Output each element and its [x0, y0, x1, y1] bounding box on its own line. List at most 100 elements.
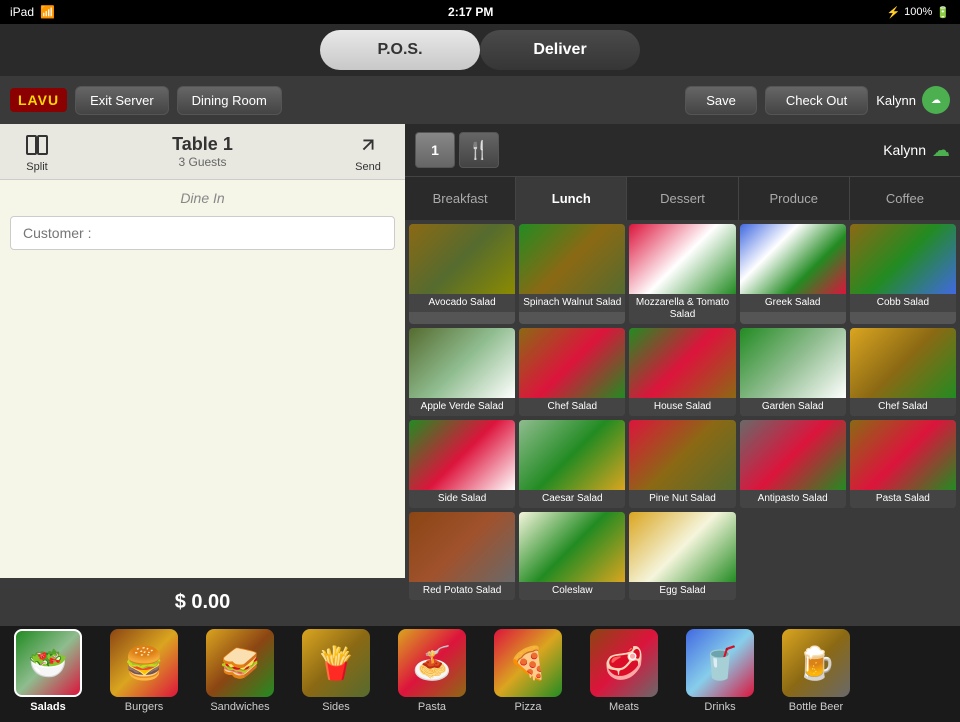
- cat-burgers[interactable]: 🍔 Burgers: [96, 629, 192, 719]
- menu-item-img: [409, 328, 515, 398]
- main-content: Split Table 1 3 Guests Send Dine In: [0, 124, 960, 626]
- ipad-label: iPad: [10, 5, 34, 19]
- menu-item-img: [850, 224, 956, 294]
- pos-button[interactable]: P.O.S.: [320, 30, 480, 70]
- cat-icon-img: 🍝: [398, 629, 466, 697]
- bluetooth-icon: ⚡: [886, 6, 900, 19]
- cat-icon-label: Burgers: [125, 701, 164, 713]
- menu-item-img: [629, 328, 735, 398]
- cat-icon-img: 🍕: [494, 629, 562, 697]
- cat-icon-img: 🥪: [206, 629, 274, 697]
- menu-item-chef-salad[interactable]: Chef Salad: [519, 328, 625, 416]
- menu-item-label: Chef Salad: [850, 398, 956, 416]
- menu-grid: Avocado Salad Spinach Walnut Salad Mozza…: [409, 224, 956, 600]
- exit-server-button[interactable]: Exit Server: [75, 86, 169, 115]
- user-badge-name: Kalynn: [883, 142, 926, 158]
- menu-item-img: [629, 420, 735, 490]
- send-button[interactable]: Send: [343, 131, 393, 173]
- tab-produce[interactable]: Produce: [739, 177, 850, 221]
- cat-icon-label: Sides: [322, 701, 350, 713]
- cat-icon-img: 🍔: [110, 629, 178, 697]
- check-out-button[interactable]: Check Out: [765, 86, 868, 115]
- menu-item-red-potato-salad[interactable]: Red Potato Salad: [409, 512, 515, 600]
- seat-tab-1[interactable]: 1: [415, 132, 455, 168]
- top-nav: P.O.S. Deliver: [0, 24, 960, 76]
- menu-item-img: [519, 512, 625, 582]
- dining-room-button[interactable]: Dining Room: [177, 86, 282, 115]
- menu-item-chef-salad-2[interactable]: Chef Salad: [850, 328, 956, 416]
- menu-item-img: [740, 224, 846, 294]
- menu-item-label: Mozzarella & Tomato Salad: [629, 294, 735, 324]
- tab-dessert[interactable]: Dessert: [627, 177, 738, 221]
- cat-salads[interactable]: 🥗 Salads: [0, 629, 96, 719]
- menu-item-label: Coleslaw: [519, 582, 625, 600]
- menu-item-img: [519, 328, 625, 398]
- cat-pizza[interactable]: 🍕 Pizza: [480, 629, 576, 719]
- bottom-categories: 🥗 Salads 🍔 Burgers 🥪 Sandwiches 🍟 Sides …: [0, 626, 960, 722]
- menu-item-label: Cobb Salad: [850, 294, 956, 312]
- split-label: Split: [26, 161, 47, 173]
- menu-item-img: [629, 224, 735, 294]
- split-button[interactable]: Split: [12, 131, 62, 173]
- send-label: Send: [355, 161, 381, 173]
- menu-item-img: [740, 328, 846, 398]
- cat-sides[interactable]: 🍟 Sides: [288, 629, 384, 719]
- cat-meats[interactable]: 🥩 Meats: [576, 629, 672, 719]
- table-guests: 3 Guests: [62, 155, 343, 169]
- avatar: ☁: [922, 86, 950, 114]
- menu-item-img: [850, 420, 956, 490]
- customer-input[interactable]: [10, 216, 395, 250]
- cat-icon-img: 🍟: [302, 629, 370, 697]
- menu-item-side-salad[interactable]: Side Salad: [409, 420, 515, 508]
- menu-item-coleslaw[interactable]: Coleslaw: [519, 512, 625, 600]
- menu-item-greek-salad[interactable]: Greek Salad: [740, 224, 846, 324]
- cat-drinks[interactable]: 🥤 Drinks: [672, 629, 768, 719]
- seat-tab-icon[interactable]: 🍴: [459, 132, 499, 168]
- menu-item-pine-nut-salad[interactable]: Pine Nut Salad: [629, 420, 735, 508]
- category-tabs: Breakfast Lunch Dessert Produce Coffee: [405, 176, 960, 220]
- cat-sandwiches[interactable]: 🥪 Sandwiches: [192, 629, 288, 719]
- menu-item-pasta-salad[interactable]: Pasta Salad: [850, 420, 956, 508]
- send-icon: [354, 131, 382, 159]
- cat-icon-label: Pasta: [418, 701, 446, 713]
- menu-item-mozzarella-tomato-salad[interactable]: Mozzarella & Tomato Salad: [629, 224, 735, 324]
- toolbar: LAVU Exit Server Dining Room Save Check …: [0, 76, 960, 124]
- menu-item-spinach-walnut-salad[interactable]: Spinach Walnut Salad: [519, 224, 625, 324]
- menu-item-apple-verde-salad[interactable]: Apple Verde Salad: [409, 328, 515, 416]
- menu-item-garden-salad[interactable]: Garden Salad: [740, 328, 846, 416]
- cat-icon-label: Meats: [609, 701, 639, 713]
- battery-label: 100%: [904, 6, 932, 18]
- seat-tabs: 1 🍴 Kalynn ☁: [405, 124, 960, 176]
- cat-icon-label: Sandwiches: [210, 701, 269, 713]
- cat-icon-img: 🍺: [782, 629, 850, 697]
- menu-item-img: [409, 224, 515, 294]
- order-total: $ 0.00: [175, 591, 231, 614]
- menu-item-avocado-salad[interactable]: Avocado Salad: [409, 224, 515, 324]
- menu-item-house-salad[interactable]: House Salad: [629, 328, 735, 416]
- save-button[interactable]: Save: [685, 86, 757, 115]
- user-name: Kalynn: [876, 93, 916, 108]
- lavu-logo: LAVU: [10, 88, 67, 112]
- menu-item-caesar-salad[interactable]: Caesar Salad: [519, 420, 625, 508]
- menu-item-antipasto-salad[interactable]: Antipasto Salad: [740, 420, 846, 508]
- cat-pasta[interactable]: 🍝 Pasta: [384, 629, 480, 719]
- dine-in-label: Dine In: [10, 190, 395, 206]
- deliver-button[interactable]: Deliver: [480, 30, 640, 70]
- menu-grid-area: Avocado Salad Spinach Walnut Salad Mozza…: [405, 220, 960, 626]
- menu-item-label: Egg Salad: [629, 582, 735, 600]
- cat-icon-img: 🥗: [14, 629, 82, 697]
- cat-bottle-beer[interactable]: 🍺 Bottle Beer: [768, 629, 864, 719]
- tab-breakfast[interactable]: Breakfast: [405, 177, 516, 221]
- cat-icon-img: 🥩: [590, 629, 658, 697]
- tab-coffee[interactable]: Coffee: [850, 177, 960, 221]
- left-panel: Split Table 1 3 Guests Send Dine In: [0, 124, 405, 626]
- table-header: Split Table 1 3 Guests Send: [0, 124, 405, 180]
- cat-icon-label: Bottle Beer: [789, 701, 843, 713]
- right-panel: 1 🍴 Kalynn ☁ Breakfast Lunch Dessert Pro…: [405, 124, 960, 626]
- menu-item-egg-salad[interactable]: Egg Salad: [629, 512, 735, 600]
- menu-item-label: Garden Salad: [740, 398, 846, 416]
- menu-item-label: Avocado Salad: [409, 294, 515, 312]
- menu-item-cobb-salad[interactable]: Cobb Salad: [850, 224, 956, 324]
- total-bar: $ 0.00: [0, 578, 405, 626]
- tab-lunch[interactable]: Lunch: [516, 177, 627, 221]
